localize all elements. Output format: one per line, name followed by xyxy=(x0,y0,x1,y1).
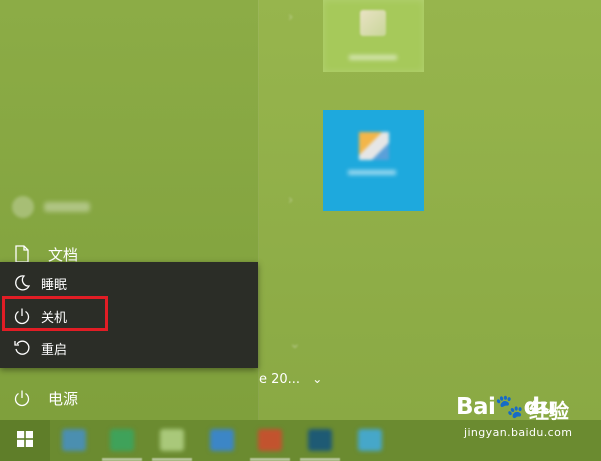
power-icon xyxy=(0,389,44,407)
chevron-icon: › xyxy=(288,193,294,208)
chevron-down-icon[interactable]: ⌄ xyxy=(312,372,322,386)
taskbar-app-icon[interactable] xyxy=(210,429,234,451)
taskbar-app-icon[interactable] xyxy=(160,429,184,451)
sleep-label: 睡眠 xyxy=(41,277,68,293)
app-tile-green[interactable] xyxy=(323,0,424,72)
taskbar-app-icon[interactable] xyxy=(110,429,134,451)
highlight-box xyxy=(2,296,108,331)
baidu-jingyan-watermark: Bai🐾du 经验 jingyan.baidu.com xyxy=(456,393,598,439)
start-button[interactable] xyxy=(0,420,50,461)
chevron-down-icon[interactable]: ⌄ xyxy=(289,336,301,352)
power-item[interactable]: 电源 xyxy=(0,381,258,415)
moon-icon xyxy=(0,274,44,292)
taskbar-app-icon[interactable] xyxy=(358,429,382,451)
power-label: 电源 xyxy=(48,389,79,408)
jingyan-text: 经验 xyxy=(529,399,569,423)
restart-item[interactable]: 重启 xyxy=(0,333,258,363)
tile-label-blurred xyxy=(349,55,397,60)
restart-icon xyxy=(0,339,44,357)
taskbar-app-icon[interactable] xyxy=(258,429,282,451)
taskbar-app-icon[interactable] xyxy=(308,429,332,451)
document-icon xyxy=(0,245,44,263)
tile-app-icon xyxy=(360,10,386,36)
taskbar-app-icon[interactable] xyxy=(62,429,86,451)
user-account-item[interactable] xyxy=(12,195,90,219)
tile-label-blurred xyxy=(348,170,396,175)
restart-label: 重启 xyxy=(41,342,68,358)
chevron-icon: › xyxy=(288,10,294,25)
tiles-area xyxy=(259,0,601,420)
avatar xyxy=(12,196,34,218)
tile-app-icon xyxy=(359,132,389,160)
app-tile-blue[interactable] xyxy=(323,110,424,211)
sleep-item[interactable]: 睡眠 xyxy=(0,268,258,298)
truncated-date-label: e 20... xyxy=(259,372,301,387)
user-name-blurred xyxy=(44,202,90,212)
windows-logo-icon xyxy=(16,430,34,452)
watermark-url: jingyan.baidu.com xyxy=(464,426,573,439)
truncated-date-text: e 20... ⌄ xyxy=(259,372,322,387)
